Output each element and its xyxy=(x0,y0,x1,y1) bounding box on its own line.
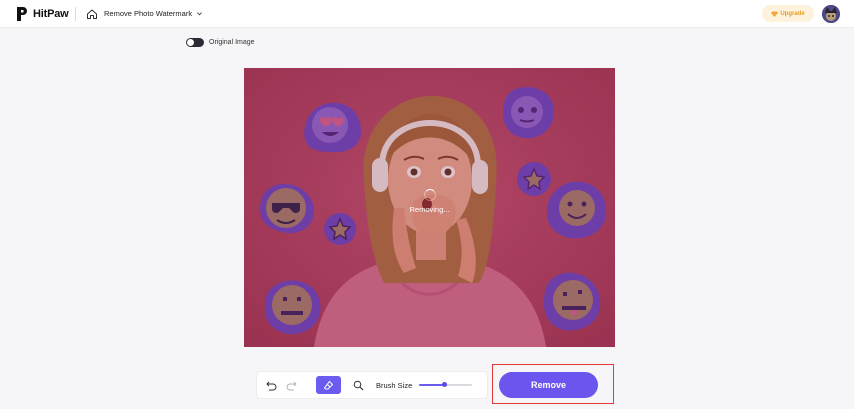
remove-button-label: Remove xyxy=(530,380,566,390)
tool-selector-dropdown[interactable]: Remove Photo Watermark xyxy=(104,9,203,18)
redo-button[interactable] xyxy=(284,378,298,392)
brush-size-label: Brush Size xyxy=(376,381,413,390)
home-icon[interactable] xyxy=(86,8,98,20)
eraser-tool-button[interactable] xyxy=(316,376,341,394)
original-image-toggle[interactable] xyxy=(186,38,204,47)
loading-spinner-icon xyxy=(423,188,436,201)
zoom-button[interactable] xyxy=(351,378,365,392)
undo-icon xyxy=(265,381,276,390)
brush-size-slider-handle[interactable] xyxy=(442,382,448,387)
processing-status: Removing... xyxy=(244,68,615,347)
top-header: HitPaw Remove Photo Watermark Upgrade xyxy=(0,0,854,28)
brand-name: HitPaw xyxy=(33,8,69,20)
remove-button[interactable]: Remove xyxy=(499,372,598,398)
avatar-icon xyxy=(822,5,840,23)
hitpaw-logo-icon xyxy=(17,7,27,21)
magnifier-icon xyxy=(353,380,363,390)
image-canvas[interactable]: Removing... xyxy=(244,68,615,347)
brush-size-slider-fill xyxy=(419,384,445,386)
header-divider xyxy=(75,7,76,21)
status-text: Removing... xyxy=(409,204,450,214)
tool-selector-label: Remove Photo Watermark xyxy=(104,9,193,18)
hitpaw-logo[interactable]: HitPaw xyxy=(16,5,69,23)
editing-toolbar: Brush Size xyxy=(257,372,487,398)
diamond-icon xyxy=(771,11,779,17)
chevron-down-icon xyxy=(197,12,203,16)
eraser-icon xyxy=(323,380,334,389)
brush-size-slider[interactable] xyxy=(419,382,472,387)
upgrade-button[interactable]: Upgrade xyxy=(762,5,814,22)
undo-button[interactable] xyxy=(264,378,278,392)
user-avatar[interactable] xyxy=(822,5,840,23)
original-image-toggle-row: Original Image xyxy=(186,38,255,47)
upgrade-label: Upgrade xyxy=(780,10,805,17)
redo-icon xyxy=(286,381,297,390)
original-image-label: Original Image xyxy=(209,39,255,46)
